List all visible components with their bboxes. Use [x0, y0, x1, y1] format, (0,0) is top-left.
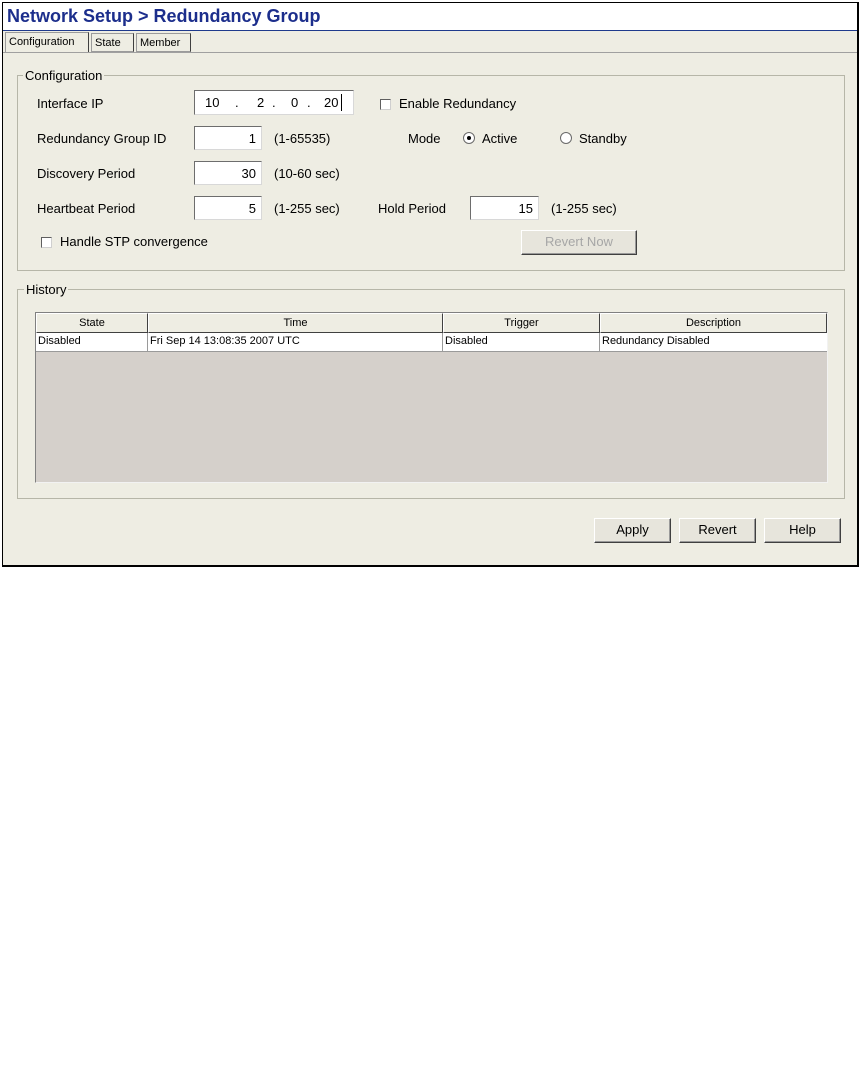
title-bar: Network Setup > Redundancy Group	[3, 3, 857, 31]
mode-active-radio[interactable]	[463, 132, 475, 144]
cell-trigger: Disabled	[443, 333, 600, 351]
column-header-trigger[interactable]: Trigger	[443, 313, 600, 333]
table-row[interactable]: Disabled Fri Sep 14 13:08:35 2007 UTC Di…	[36, 333, 827, 352]
redundancy-group-window: Network Setup > Redundancy Group Configu…	[2, 2, 859, 567]
history-table[interactable]: State Time Trigger Description Disabled …	[35, 312, 828, 483]
revert-button[interactable]: Revert	[679, 518, 756, 543]
mode-standby-label: Standby	[579, 131, 627, 146]
column-header-time[interactable]: Time	[148, 313, 443, 333]
column-header-state[interactable]: State	[36, 313, 148, 333]
discovery-period-input[interactable]	[194, 161, 262, 185]
ip-octet-1: 10	[205, 95, 220, 110]
configuration-legend: Configuration	[23, 68, 105, 83]
ip-dot: .	[235, 95, 239, 110]
text-caret	[341, 94, 342, 111]
ip-dot: .	[307, 95, 311, 110]
hold-period-range: (1-255 sec)	[551, 201, 617, 216]
interface-ip-label: Interface IP	[37, 96, 104, 111]
stp-convergence-checkbox[interactable]	[41, 237, 52, 248]
ip-octet-4: 20	[324, 95, 339, 110]
tab-state[interactable]: State	[91, 33, 134, 52]
cell-time: Fri Sep 14 13:08:35 2007 UTC	[148, 333, 443, 351]
stp-convergence-label: Handle STP convergence	[60, 234, 208, 249]
enable-redundancy-label: Enable Redundancy	[399, 96, 517, 111]
revert-now-button[interactable]: Revert Now	[521, 230, 637, 255]
group-id-range: (1-65535)	[274, 131, 331, 146]
heartbeat-period-label: Heartbeat Period	[37, 201, 136, 216]
column-header-description[interactable]: Description	[600, 313, 827, 333]
discovery-period-range: (10-60 sec)	[274, 166, 340, 181]
apply-button[interactable]: Apply	[594, 518, 671, 543]
hold-period-input[interactable]	[470, 196, 539, 220]
discovery-period-label: Discovery Period	[37, 166, 136, 181]
ip-octet-2: 2	[257, 95, 265, 110]
ip-dot: .	[272, 95, 276, 110]
mode-label: Mode	[408, 131, 441, 146]
enable-redundancy-checkbox[interactable]	[380, 99, 391, 110]
history-legend: History	[24, 282, 69, 297]
history-table-header: State Time Trigger Description	[36, 313, 827, 333]
help-button[interactable]: Help	[764, 518, 841, 543]
tab-member[interactable]: Member	[136, 33, 191, 52]
cell-state: Disabled	[36, 333, 148, 351]
hold-period-label: Hold Period	[378, 201, 446, 216]
heartbeat-period-input[interactable]	[194, 196, 262, 220]
tab-content-border	[3, 52, 857, 53]
interface-ip-input[interactable]: 10 . 2 . 0 . 20	[194, 90, 354, 115]
cell-description: Redundancy Disabled	[602, 335, 710, 347]
mode-standby-radio[interactable]	[560, 132, 572, 144]
ip-octet-3: 0	[291, 95, 299, 110]
page-title: Network Setup > Redundancy Group	[7, 6, 321, 26]
group-id-input[interactable]	[194, 126, 262, 150]
tab-configuration[interactable]: Configuration	[5, 32, 89, 53]
heartbeat-period-range: (1-255 sec)	[274, 201, 340, 216]
group-id-label: Redundancy Group ID	[37, 131, 167, 146]
mode-active-label: Active	[482, 131, 518, 146]
